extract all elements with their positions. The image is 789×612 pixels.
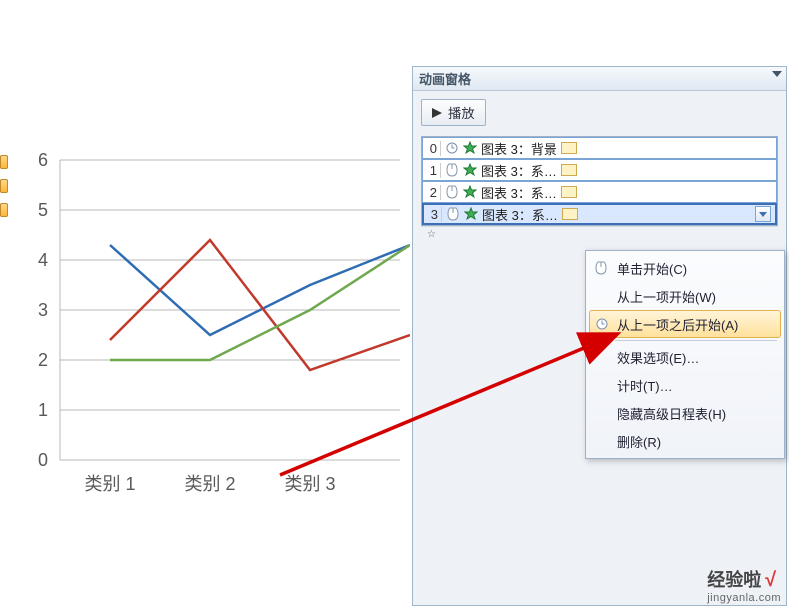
duration-bar bbox=[561, 164, 577, 176]
star-icon bbox=[463, 163, 477, 177]
menu-item-label: 从上一项之后开始(A) bbox=[617, 315, 738, 334]
watermark-brand: 经验啦 bbox=[707, 570, 761, 590]
mouse-icon bbox=[445, 163, 459, 177]
collapse-handle[interactable]: ☆ bbox=[421, 226, 778, 242]
anim-index: 0 bbox=[427, 141, 441, 156]
chart-svg: 0 1 2 3 4 5 6 类别 1 类别 2 类别 3 bbox=[10, 140, 410, 540]
menu-item-remove[interactable]: 删除(R) bbox=[589, 427, 781, 455]
check-icon: √ bbox=[765, 569, 776, 591]
menu-item-label: 从上一项开始(W) bbox=[617, 287, 716, 306]
anim-index: 2 bbox=[427, 185, 441, 200]
svg-text:2: 2 bbox=[38, 350, 48, 370]
svg-text:3: 3 bbox=[38, 300, 48, 320]
clock-icon bbox=[445, 141, 459, 155]
animation-item[interactable]: 0 图表 3：背景 bbox=[422, 137, 777, 159]
play-button[interactable]: 播放 bbox=[421, 99, 486, 126]
blank-icon bbox=[593, 288, 609, 304]
svg-text:1: 1 bbox=[38, 400, 48, 420]
menu-item-label: 删除(R) bbox=[617, 432, 661, 451]
svg-text:6: 6 bbox=[38, 150, 48, 170]
anim-label: 图表 3：系… bbox=[481, 183, 557, 202]
anim-label: 图表 3：背景 bbox=[481, 139, 557, 158]
animation-list[interactable]: 0 图表 3：背景 1 图表 3：系… 2 图表 3：系… 3 图表 3：系… bbox=[421, 136, 778, 226]
menu-item-timing[interactable]: 计时(T)… bbox=[589, 371, 781, 399]
star-icon bbox=[464, 207, 478, 221]
animation-item[interactable]: 1 图表 3：系… bbox=[422, 159, 777, 181]
play-label: 播放 bbox=[448, 103, 475, 122]
menu-item-click_start[interactable]: 单击开始(C) bbox=[589, 254, 781, 282]
svg-text:类别 1: 类别 1 bbox=[84, 474, 135, 494]
star-icon bbox=[463, 185, 477, 199]
anim-label: 图表 3：系… bbox=[482, 205, 558, 224]
menu-item-effect_opts[interactable]: 效果选项(E)… bbox=[589, 343, 781, 371]
svg-text:5: 5 bbox=[38, 200, 48, 220]
animation-pane-title: 动画窗格 bbox=[413, 67, 786, 91]
menu-item-label: 隐藏高级日程表(H) bbox=[617, 404, 726, 423]
animation-item[interactable]: 2 图表 3：系… bbox=[422, 181, 777, 203]
mouse-icon bbox=[446, 207, 460, 221]
menu-item-label: 效果选项(E)… bbox=[617, 348, 699, 367]
svg-text:类别 3: 类别 3 bbox=[284, 474, 335, 494]
blank-icon bbox=[593, 405, 609, 421]
separator bbox=[615, 340, 777, 341]
context-menu: 单击开始(C) 从上一项开始(W) 从上一项之后开始(A) 效果选项(E)… 计时(T)… bbox=[585, 250, 785, 459]
svg-text:0: 0 bbox=[38, 450, 48, 470]
menu-item-label: 计时(T)… bbox=[617, 376, 673, 395]
chevron-down-icon[interactable] bbox=[755, 206, 771, 222]
animation-item[interactable]: 3 图表 3：系… bbox=[422, 203, 777, 225]
mouse-icon bbox=[445, 185, 459, 199]
anim-label: 图表 3：系… bbox=[481, 161, 557, 180]
menu-item-with_prev[interactable]: 从上一项开始(W) bbox=[589, 282, 781, 310]
watermark-url: jingyanla.com bbox=[707, 592, 781, 604]
blank-icon bbox=[593, 377, 609, 393]
animation-pane-title-text: 动画窗格 bbox=[419, 69, 471, 88]
svg-text:4: 4 bbox=[38, 250, 48, 270]
duration-bar bbox=[561, 186, 577, 198]
slide-thumb-handles bbox=[0, 155, 8, 227]
chart[interactable]: 0 1 2 3 4 5 6 类别 1 类别 2 类别 3 bbox=[10, 140, 410, 540]
clock-icon bbox=[594, 316, 610, 332]
svg-text:类别 2: 类别 2 bbox=[184, 474, 235, 494]
menu-item-after_prev[interactable]: 从上一项之后开始(A) bbox=[589, 310, 781, 338]
duration-bar bbox=[562, 208, 578, 220]
anim-index: 1 bbox=[427, 163, 441, 178]
anim-index: 3 bbox=[428, 207, 442, 222]
duration-bar bbox=[561, 142, 577, 154]
blank-icon bbox=[593, 433, 609, 449]
chevron-down-icon[interactable] bbox=[772, 71, 782, 77]
menu-item-hide_timeline[interactable]: 隐藏高级日程表(H) bbox=[589, 399, 781, 427]
watermark: 经验啦 √ jingyanla.com bbox=[707, 566, 781, 604]
menu-item-label: 单击开始(C) bbox=[617, 259, 687, 278]
play-icon bbox=[432, 108, 442, 118]
star-icon bbox=[463, 141, 477, 155]
blank-icon bbox=[593, 349, 609, 365]
mouse-icon bbox=[593, 260, 609, 276]
